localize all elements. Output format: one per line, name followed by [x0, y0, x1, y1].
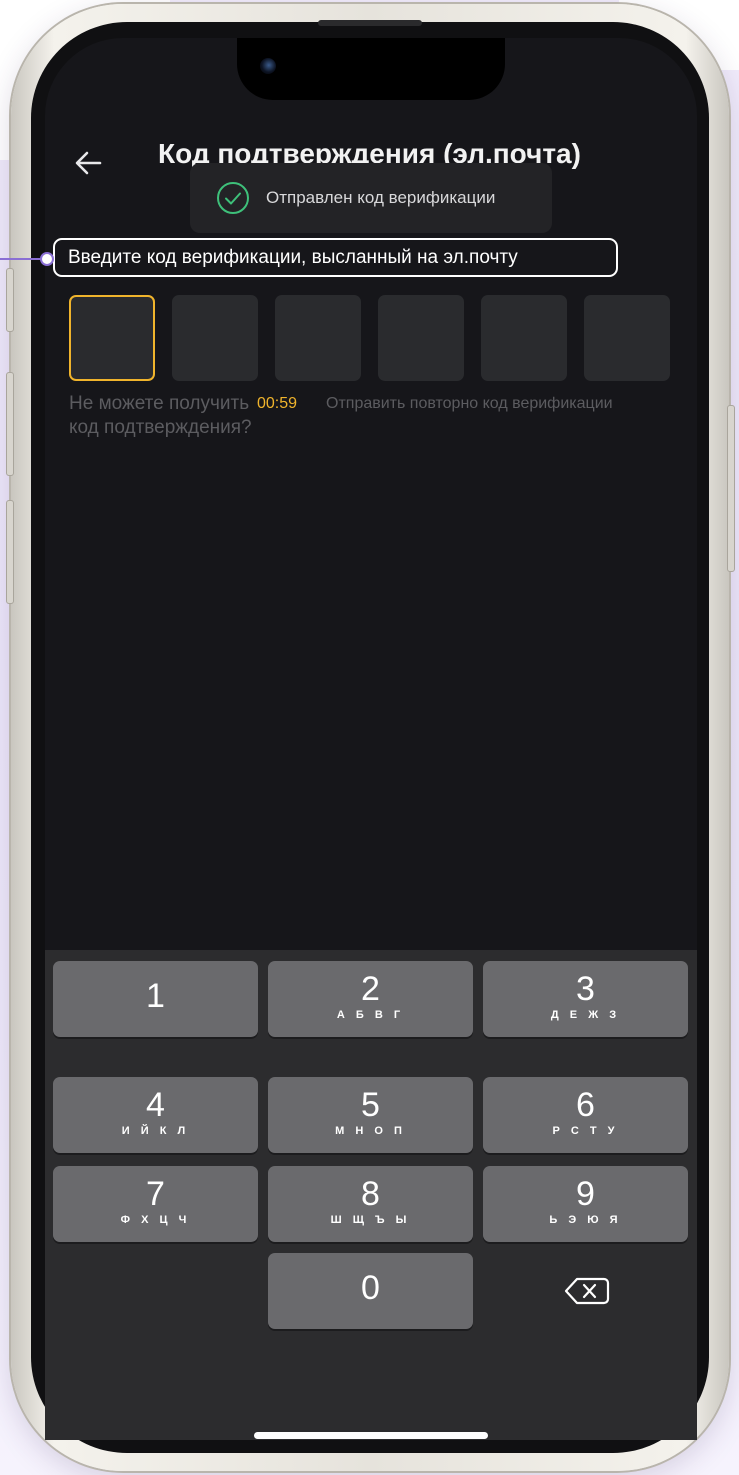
key-number: 8	[361, 1175, 380, 1213]
key-8[interactable]: 8 Ш Щ Ъ Ы	[268, 1166, 473, 1242]
instruction-text: Введите код верификации, высланный на эл…	[53, 238, 618, 277]
camera-icon	[260, 58, 276, 74]
key-number: 0	[361, 1269, 380, 1307]
key-letters: Ь Э Ю Я	[549, 1214, 622, 1226]
code-digit-3[interactable]	[275, 295, 361, 381]
back-arrow-icon[interactable]	[72, 146, 106, 180]
key-letters: Ф Х Ц Ч	[120, 1214, 191, 1226]
key-letters: М Н О П	[335, 1125, 406, 1137]
code-digit-6[interactable]	[584, 295, 670, 381]
backspace-icon[interactable]	[482, 1253, 687, 1329]
key-number: 7	[146, 1175, 165, 1213]
key-9[interactable]: 9 Ь Э Ю Я	[483, 1166, 688, 1242]
key-letters: Р С Т У	[552, 1125, 619, 1137]
key-number: 6	[576, 1086, 595, 1124]
volume-up-button	[6, 372, 14, 476]
code-digit-4[interactable]	[378, 295, 464, 381]
code-digit-1[interactable]	[69, 295, 155, 381]
key-1[interactable]: 1	[53, 961, 258, 1037]
key-number: 1	[146, 977, 165, 1015]
key-7[interactable]: 7 Ф Х Ц Ч	[53, 1166, 258, 1242]
key-letters: И Й К Л	[121, 1125, 190, 1137]
key-number: 5	[361, 1086, 380, 1124]
key-number: 9	[576, 1175, 595, 1213]
notch	[237, 38, 505, 100]
key-number: 2	[361, 970, 380, 1008]
callout-dot	[40, 252, 54, 266]
key-0[interactable]: 0	[268, 1253, 473, 1329]
check-circle-icon	[217, 182, 249, 214]
toast-notification: Отправлен код верификации	[190, 163, 552, 233]
power-button	[727, 405, 735, 572]
key-number: 4	[146, 1086, 165, 1124]
key-4[interactable]: 4 И Й К Л	[53, 1077, 258, 1153]
key-letters: Д Е Ж З	[550, 1009, 621, 1021]
key-number: 3	[576, 970, 595, 1008]
key-letters: Ш Щ Ъ Ы	[330, 1214, 411, 1226]
speaker-grille	[318, 20, 422, 26]
cant-receive-code-link[interactable]: Не можете получить код подтверждения?	[69, 392, 259, 440]
code-digit-2[interactable]	[172, 295, 258, 381]
key-3[interactable]: 3 Д Е Ж З	[483, 961, 688, 1037]
key-6[interactable]: 6 Р С Т У	[483, 1077, 688, 1153]
code-digit-5[interactable]	[481, 295, 567, 381]
home-indicator[interactable]	[254, 1432, 488, 1439]
resend-code-button[interactable]: Отправить повторно код верификации	[326, 395, 613, 413]
key-2[interactable]: 2 А Б В Г	[268, 961, 473, 1037]
toast-message: Отправлен код верификации	[266, 188, 496, 207]
resend-timer: 00:59	[257, 395, 298, 412]
key-letters: А Б В Г	[336, 1009, 405, 1021]
mute-switch	[6, 268, 14, 332]
volume-down-button	[6, 500, 14, 604]
key-5[interactable]: 5 М Н О П	[268, 1077, 473, 1153]
